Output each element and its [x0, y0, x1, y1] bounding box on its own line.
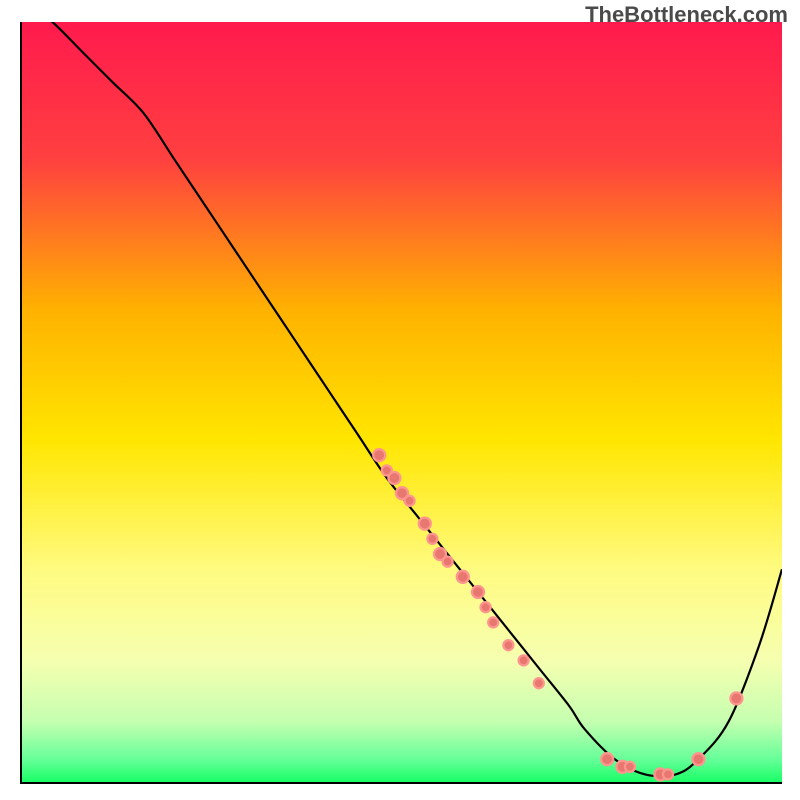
bottleneck-curve: [22, 22, 782, 776]
data-marker: [443, 557, 453, 567]
plot-area: [20, 22, 782, 784]
curve-layer: [22, 22, 782, 782]
data-marker: [503, 640, 513, 650]
watermark-text: TheBottleneck.com: [585, 2, 788, 28]
data-marker: [601, 753, 613, 765]
data-marker: [519, 655, 529, 665]
data-marker: [427, 534, 437, 544]
data-marker: [388, 472, 400, 484]
data-marker: [730, 692, 742, 704]
data-marker: [419, 518, 431, 530]
data-marker: [373, 449, 385, 461]
data-marker: [534, 678, 544, 688]
data-marker: [488, 617, 498, 627]
data-marker: [663, 769, 673, 779]
data-marker: [472, 586, 484, 598]
data-marker: [692, 753, 704, 765]
data-marker: [625, 762, 635, 772]
data-marker: [481, 602, 491, 612]
data-marker: [457, 571, 469, 583]
data-marker: [405, 496, 415, 506]
chart-container: TheBottleneck.com: [0, 0, 800, 800]
data-markers: [373, 449, 742, 780]
